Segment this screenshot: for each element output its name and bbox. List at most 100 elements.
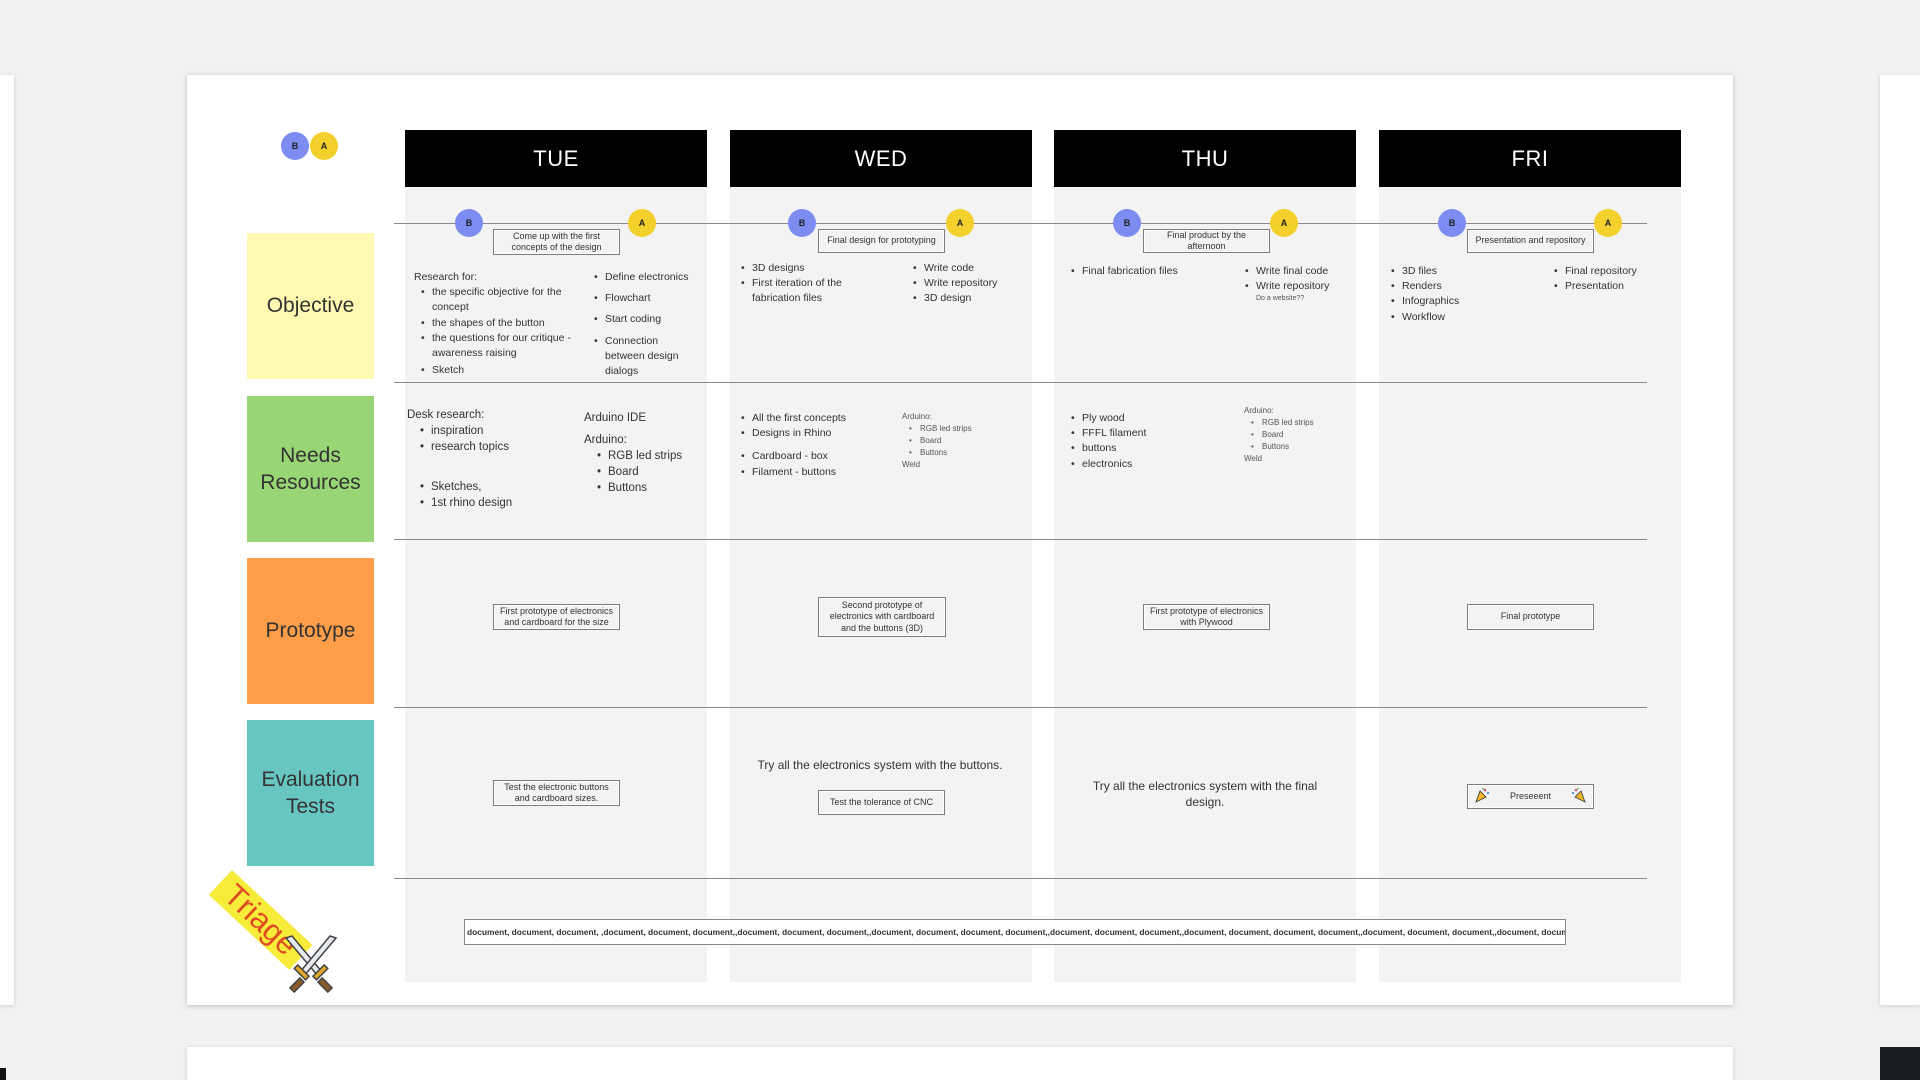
avatar-a[interactable]: A (1594, 209, 1622, 237)
evaluation-tue[interactable]: Test the electronic buttons and cardboar… (493, 780, 620, 806)
avatar-b[interactable]: B (1113, 209, 1141, 237)
list-item: Infographics (1390, 294, 1500, 309)
list-item: Buttons (1250, 441, 1344, 453)
avatar-b[interactable]: B (788, 209, 816, 237)
document-list[interactable]: document, document, document, ,document,… (464, 919, 1566, 945)
list-item: buttons (1070, 441, 1200, 456)
objective-fri-left[interactable]: 3D files Renders Infographics Workflow (1390, 264, 1500, 325)
list-item: Connection between design dialogs (593, 334, 683, 380)
column-fri (1379, 130, 1681, 982)
left-frame-edge (0, 75, 14, 1005)
list-item: 1st rhino design (419, 495, 557, 511)
avatar-a[interactable]: A (628, 209, 656, 237)
prototype-fri[interactable]: Final prototype (1467, 604, 1594, 630)
row-label-objective[interactable]: Objective (247, 233, 374, 379)
goal-fri[interactable]: Presentation and repository (1467, 229, 1594, 253)
list-item: the shapes of the button (420, 316, 584, 331)
list-item: RGB led strips (596, 448, 694, 464)
objective-tue-heading: Research for: (414, 271, 478, 283)
list-item: Designs in Rhino (740, 426, 880, 441)
needs-tue-right[interactable]: Arduino IDE Arduino: RGB led strips Boar… (584, 410, 694, 497)
row-divider (394, 382, 1647, 383)
list-item: Sketch (420, 363, 584, 378)
list-item: Write code (912, 261, 1022, 276)
list-item: inspiration (419, 423, 557, 439)
objective-fri-right[interactable]: Final repository Presentation (1553, 264, 1663, 295)
avatar-a[interactable]: A (1270, 209, 1298, 237)
list-item: Buttons (908, 447, 1002, 459)
column-wed (730, 130, 1032, 982)
party-popper-icon (1571, 787, 1587, 806)
list-item: RGB led strips (908, 423, 1002, 435)
list-item: Workflow (1390, 310, 1500, 325)
needs-tue-heading: Desk research: (407, 409, 485, 421)
corner-marker-left (0, 1068, 6, 1080)
day-header-thu[interactable]: THU (1054, 130, 1356, 187)
needs-wed-left[interactable]: All the first concepts Designs in Rhino … (740, 411, 880, 480)
list-item: Board (1250, 429, 1344, 441)
evaluation-fri[interactable]: Preseeent (1467, 784, 1594, 809)
right-frame-edge (1880, 75, 1920, 1005)
avatar-a[interactable]: A (310, 132, 338, 160)
list-item: Board (596, 464, 694, 480)
needs-tue-ide: Arduino IDE (584, 412, 647, 424)
column-tue (405, 130, 707, 982)
evaluation-fri-label: Preseeent (1509, 790, 1552, 801)
goal-tue[interactable]: Come up with the first concepts of the d… (493, 229, 620, 255)
prototype-wed[interactable]: Second prototype of electronics with car… (818, 597, 946, 637)
objective-tue-left[interactable]: Research for: the specific objective for… (414, 270, 584, 379)
list-item: Filament - buttons (740, 465, 880, 480)
bottom-frame (187, 1047, 1733, 1080)
list-item: 3D design (912, 291, 1022, 306)
objective-thu-right[interactable]: Write final code Write repository Do a w… (1244, 264, 1354, 305)
list-item: Write final code (1244, 264, 1354, 279)
row-divider (394, 878, 1647, 879)
list-item: Final repository (1553, 264, 1663, 279)
objective-wed-left[interactable]: 3D designs First iteration of the fabric… (740, 261, 870, 307)
list-item: Sketches, (419, 479, 557, 495)
row-label-prototype[interactable]: Prototype (247, 558, 374, 704)
day-header-wed[interactable]: WED (730, 130, 1032, 187)
objective-wed-right[interactable]: Write code Write repository 3D design (912, 261, 1022, 307)
objective-thu-left[interactable]: Final fabrication files (1070, 264, 1210, 279)
list-item: the specific objective for the concept (420, 285, 584, 315)
needs-thu-left[interactable]: Ply wood FFFL filament buttons electroni… (1070, 411, 1200, 472)
objective-tue-right[interactable]: Define electronics Flowchart Start codin… (593, 270, 693, 379)
needs-thu-arduino: Arduino: (1244, 406, 1274, 415)
party-popper-icon (1474, 787, 1490, 806)
list-item: First iteration of the fabrication files (740, 276, 870, 306)
day-header-fri[interactable]: FRI (1379, 130, 1681, 187)
avatar-b[interactable]: B (455, 209, 483, 237)
needs-wed-right[interactable]: Arduino: RGB led strips Board Buttons We… (902, 411, 1002, 471)
goal-thu[interactable]: Final product by the afternoon (1143, 229, 1270, 253)
list-item: Cardboard - box (740, 449, 880, 464)
list-item: RGB led strips (1250, 417, 1344, 429)
needs-thu-weld: Weld (1244, 454, 1263, 463)
list-item: electronics (1070, 457, 1200, 472)
corner-marker-right (1880, 1047, 1920, 1080)
prototype-thu[interactable]: First prototype of electronics with Plyw… (1143, 604, 1270, 630)
objective-thu-note: Do a website?? (1256, 295, 1305, 303)
avatar-b[interactable]: B (1438, 209, 1466, 237)
list-item: Write repository (912, 276, 1022, 291)
list-item: Flowchart (593, 291, 693, 306)
column-thu (1054, 130, 1356, 982)
avatar-b[interactable]: B (281, 132, 309, 160)
list-item: FFFL filament (1070, 426, 1200, 441)
needs-wed-weld: Weld (902, 460, 921, 469)
list-item: Board (908, 435, 1002, 447)
needs-thu-right[interactable]: Arduino: RGB led strips Board Buttons We… (1244, 405, 1344, 465)
day-header-tue[interactable]: TUE (405, 130, 707, 187)
list-item: Presentation (1553, 279, 1663, 294)
goal-wed[interactable]: Final design for prototyping (818, 229, 945, 253)
evaluation-wed-text[interactable]: Try all the electronics system with the … (740, 757, 1020, 774)
evaluation-thu-text[interactable]: Try all the electronics system with the … (1082, 778, 1328, 810)
row-label-evaluation[interactable]: Evaluation Tests (247, 720, 374, 866)
avatar-a[interactable]: A (946, 209, 974, 237)
list-item: the questions for our critique - awarene… (420, 331, 584, 361)
prototype-tue[interactable]: First prototype of electronics and cardb… (493, 604, 620, 630)
list-item: Define electronics (593, 270, 693, 285)
evaluation-wed-box[interactable]: Test the tolerance of CNC (818, 790, 945, 815)
needs-tue-left[interactable]: Desk research: inspiration research topi… (407, 407, 557, 512)
row-label-needs[interactable]: Needs Resources (247, 396, 374, 542)
